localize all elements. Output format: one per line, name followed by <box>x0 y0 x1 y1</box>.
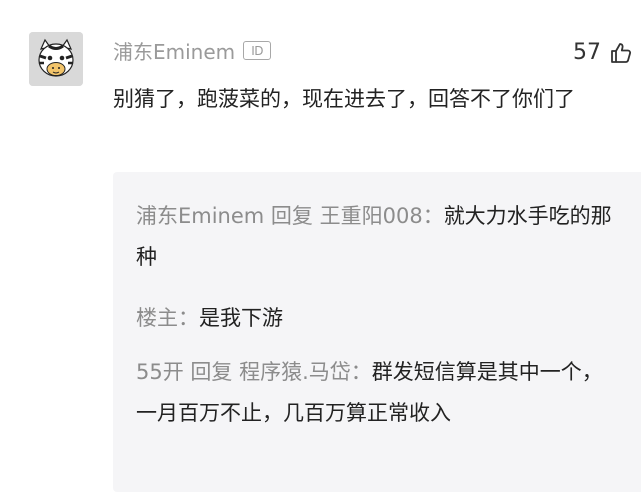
like-count: 57 <box>573 40 601 65</box>
comment-header: 浦东Eminem ID <box>113 36 272 65</box>
avatar[interactable] <box>29 32 83 86</box>
reply-separator: ： <box>350 360 372 384</box>
like-button[interactable]: 57 <box>573 40 633 65</box>
thumbs-up-icon <box>611 42 632 63</box>
reply-separator: ： <box>422 204 444 228</box>
reply-author[interactable]: 55开 回复 程序猿.马岱 <box>136 360 351 384</box>
reply-item[interactable]: 楼主：是我下游 <box>136 298 622 339</box>
reply-author[interactable]: 楼主 <box>136 306 178 330</box>
id-badge-icon: ID <box>243 41 272 60</box>
reply-author[interactable]: 浦东Eminem 回复 王重阳008 <box>136 204 423 228</box>
replies-panel: 浦东Eminem 回复 王重阳008：就大力水手吃的那种 楼主：是我下游 55开… <box>113 172 641 492</box>
comment-text: 别猜了，跑菠菜的，现在进去了，回答不了你们了 <box>113 87 575 111</box>
reply-text: 是我下游 <box>199 306 283 330</box>
reply-separator: ： <box>178 306 199 330</box>
reply-item[interactable]: 55开 回复 程序猿.马岱：群发短信算是其中一个，一月百万不止，几百万算正常收入 <box>136 352 622 434</box>
zebra-avatar-icon <box>29 32 83 86</box>
username[interactable]: 浦东Eminem <box>113 36 235 65</box>
reply-item[interactable]: 浦东Eminem 回复 王重阳008：就大力水手吃的那种 <box>136 196 622 278</box>
